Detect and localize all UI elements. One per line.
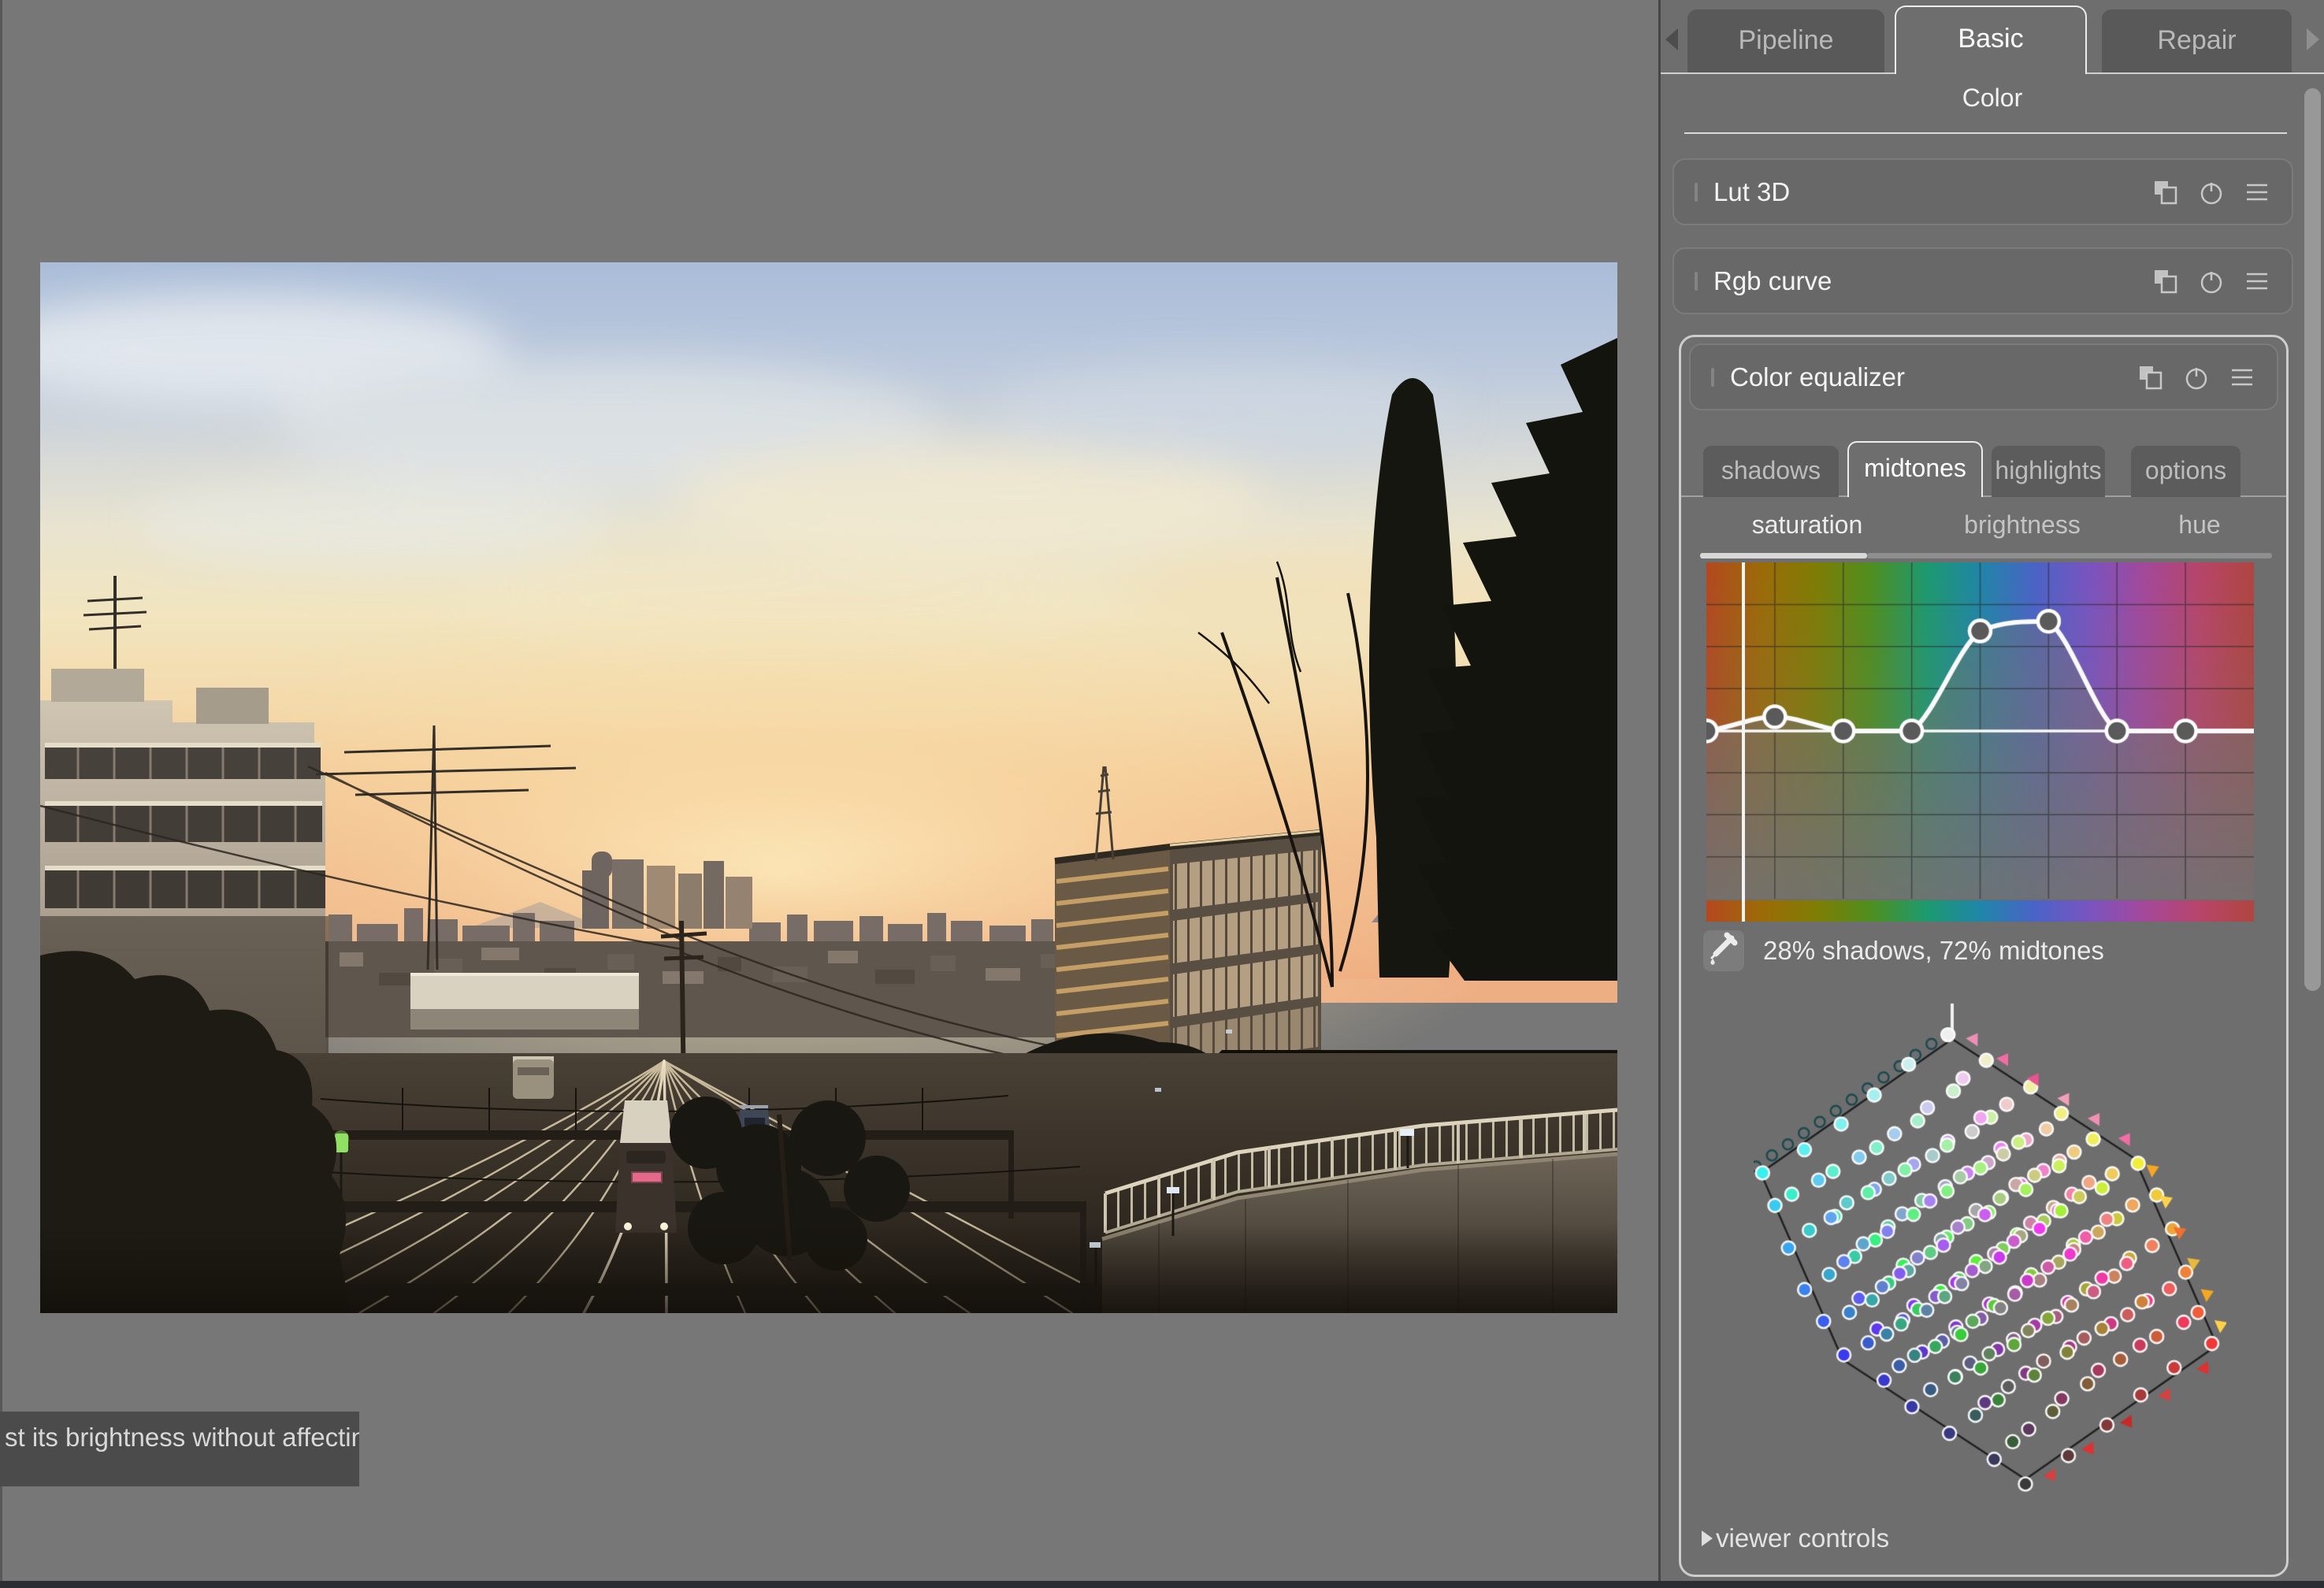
drag-grip-icon [1695,272,1698,291]
module-group-tabbar: Pipeline Basic Repair [1661,0,2324,74]
duplicate-instance-icon[interactable] [2151,178,2180,206]
presets-menu-icon[interactable] [2228,363,2256,391]
picker-status-text: 28% shadows, 72% midtones [1763,936,2104,966]
subtab-underline [1867,553,2272,558]
subtab-hue[interactable]: hue [2178,510,2220,540]
subtab-brightness[interactable]: brightness [1964,510,2081,540]
tabs-scroll-right-icon[interactable] [2307,28,2319,50]
expander-arrow-icon [1702,1530,1713,1546]
tab-shadows[interactable]: shadows [1703,446,1839,497]
tooltip-text: st its brightness without affecting [5,1423,359,1453]
duplicate-instance-icon[interactable] [2151,267,2180,295]
presets-menu-icon[interactable] [2243,178,2271,206]
viewer-controls-label: viewer controls [1716,1523,1889,1553]
tab-highlights[interactable]: highlights [1992,446,2105,497]
photo-sunset-railyard [40,262,1617,1313]
power-toggle-icon[interactable] [2182,363,2211,391]
subtab-active-underline [1700,553,1867,558]
tab-repair[interactable]: Repair [2102,9,2292,72]
panel-scrollbar[interactable] [2304,88,2321,991]
color-cube-scope[interactable] [1754,997,2226,1509]
section-title: Color [1661,83,2324,113]
subtab-saturation[interactable]: saturation [1752,510,1863,540]
tab-basic[interactable]: Basic [1895,6,2087,74]
module-lut3d[interactable]: Lut 3D [1672,158,2293,225]
tabs-scroll-left-icon[interactable] [1665,28,1678,50]
picked-hue-indicator-line [1742,562,1745,922]
image-view[interactable] [40,262,1617,1313]
tab-options[interactable]: options [2131,446,2240,497]
saturation-curve-graph[interactable] [1706,562,2254,899]
right-panel: Pipeline Basic Repair Color Lut 3D [1658,0,2324,1588]
module-title: Lut 3D [1713,177,2151,207]
power-toggle-icon[interactable] [2197,178,2226,206]
module-color-equalizer: Color equalizer sha [1679,335,2289,1577]
viewer-controls-expander[interactable]: viewer controls [1702,1523,1889,1553]
tooltip: st its brightness without affecting [0,1412,359,1486]
equalizer-tabbar: shadows midtones highlights options [1681,440,2286,497]
presets-menu-icon[interactable] [2243,267,2271,295]
duplicate-instance-icon[interactable] [2137,363,2165,391]
module-rgb-curve[interactable]: Rgb curve [1672,247,2293,314]
eyedropper-icon [1703,930,1744,971]
tab-pipeline[interactable]: Pipeline [1687,9,1884,72]
color-picker-button[interactable] [1703,930,1744,971]
section-rule [1684,132,2287,134]
application-window: st its brightness without affecting Pipe… [0,0,2324,1588]
power-toggle-icon[interactable] [2197,267,2226,295]
hue-gradient-strip [1706,900,2254,922]
module-header[interactable]: Color equalizer [1689,343,2278,410]
module-title: Rgb curve [1713,266,2151,296]
module-title: Color equalizer [1730,362,2137,392]
tab-midtones[interactable]: midtones [1847,441,1983,497]
drag-grip-icon [1695,183,1698,202]
window-bottom-bar [0,1581,2324,1588]
window-left-edge [0,0,2,1588]
drag-grip-icon [1711,368,1714,387]
